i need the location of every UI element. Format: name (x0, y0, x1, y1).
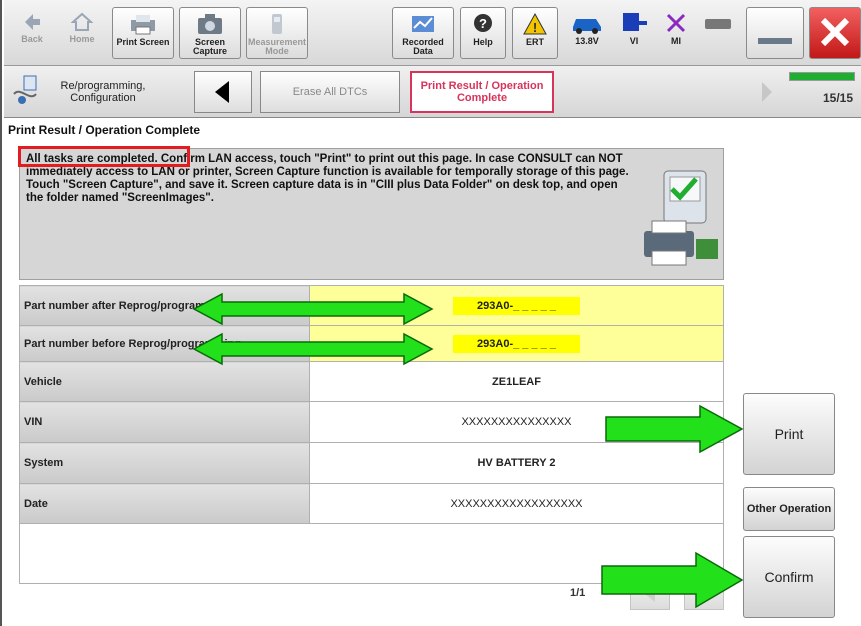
print-button[interactable]: Print (743, 393, 835, 475)
other-operation-button[interactable]: Other Operation (743, 487, 835, 531)
print-screen-button[interactable]: Print Screen (112, 7, 174, 59)
table-row: Vehicle ZE1LEAF (19, 361, 724, 402)
double-arrow-part-before (192, 332, 434, 366)
completion-callout-box (18, 146, 190, 167)
triangle-right-icon (762, 82, 772, 102)
toolbar: Back Home Print Screen Screen Capture Me… (4, 0, 861, 66)
warning-icon: ! (523, 12, 547, 35)
part-after-value: 293A0-_ _ _ _ _ (453, 296, 580, 315)
row-label: Vehicle (19, 361, 310, 402)
row-value: XXXXXXXXXXXXXXXXXX (309, 483, 724, 524)
part-before-value: 293A0-_ _ _ _ _ (453, 334, 580, 353)
measurement-icon (272, 14, 282, 34)
mi-label: MI (671, 36, 681, 46)
print-screen-label: Print Screen (116, 37, 170, 47)
screen-capture-button[interactable]: Screen Capture (179, 7, 241, 59)
vi-indicator: VI (614, 7, 654, 59)
help-icon: ? (474, 14, 492, 32)
help-label: Help (473, 37, 493, 47)
voltage-label: 13.8V (575, 36, 599, 46)
page-title: Print Result / Operation Complete (8, 123, 201, 137)
screen-capture-label: Screen Capture (192, 37, 227, 56)
camera-icon (198, 14, 222, 34)
back-label: Back (21, 34, 43, 44)
print-complete-illustration-icon (644, 170, 718, 266)
close-button[interactable] (809, 7, 861, 59)
battery-voltage-indicator: 13.8V (564, 7, 610, 59)
row-label: System (19, 442, 310, 484)
home-label: Home (69, 34, 95, 44)
home-button[interactable]: Home (60, 7, 104, 59)
home-icon (71, 12, 93, 31)
row-value: ZE1LEAF (309, 361, 724, 402)
confirm-button[interactable]: Confirm (743, 536, 835, 618)
progress-bar (789, 72, 855, 81)
step-forward-button[interactable] (752, 71, 782, 113)
device-indicator (698, 7, 738, 59)
step-erase-all-dtcs: Erase All DTCs (260, 71, 400, 113)
minimize-icon (758, 38, 792, 44)
navigation-row: Re/programming, Configuration Erase All … (4, 66, 861, 118)
vi-icon (623, 13, 647, 31)
message-panel: All tasks are completed. Confirm LAN acc… (19, 148, 724, 280)
row-label: Date (19, 483, 310, 524)
double-arrow-part-after (192, 292, 434, 326)
recorded-data-icon (412, 16, 434, 32)
ert-button[interactable]: ! ERT (512, 7, 558, 59)
triangle-left-icon (215, 81, 229, 103)
ert-label: ERT (526, 37, 544, 47)
svg-text:?: ? (479, 16, 487, 31)
back-button[interactable]: Back (10, 7, 54, 59)
help-button[interactable]: ? Help (460, 7, 506, 59)
device-icon (705, 19, 731, 29)
minimize-button[interactable] (746, 7, 804, 59)
measurement-mode-label: Measurement Mode (247, 37, 307, 56)
row-label: VIN (19, 401, 310, 443)
svg-text:!: ! (533, 20, 537, 35)
progress-fill (790, 73, 854, 80)
arrow-to-confirm (601, 551, 744, 609)
printer-icon (131, 15, 155, 35)
breadcrumb-reprogramming: Re/programming, Configuration (60, 80, 146, 104)
close-icon (820, 17, 850, 47)
car-icon (573, 19, 601, 34)
table-row: Date XXXXXXXXXXXXXXXXXX (19, 483, 724, 524)
arrow-to-print (605, 404, 744, 454)
back-arrow-icon (25, 14, 40, 30)
step-back-button[interactable] (194, 71, 252, 113)
progress-counter: 15/15 (822, 91, 853, 105)
mi-indicator: MI (656, 7, 696, 59)
step-print-result: Print Result / Operation Complete (410, 71, 554, 113)
page-indicator: 1/1 (570, 587, 586, 599)
mi-cross-icon (666, 13, 686, 33)
measurement-mode-button[interactable]: Measurement Mode (246, 7, 308, 59)
reprogramming-icon (13, 75, 37, 104)
vi-label: VI (629, 36, 639, 46)
recorded-data-button[interactable]: Recorded Data (392, 7, 454, 59)
recorded-data-label: Recorded Data (402, 37, 444, 56)
consult-window: Back Home Print Screen Screen Capture Me… (0, 0, 861, 626)
